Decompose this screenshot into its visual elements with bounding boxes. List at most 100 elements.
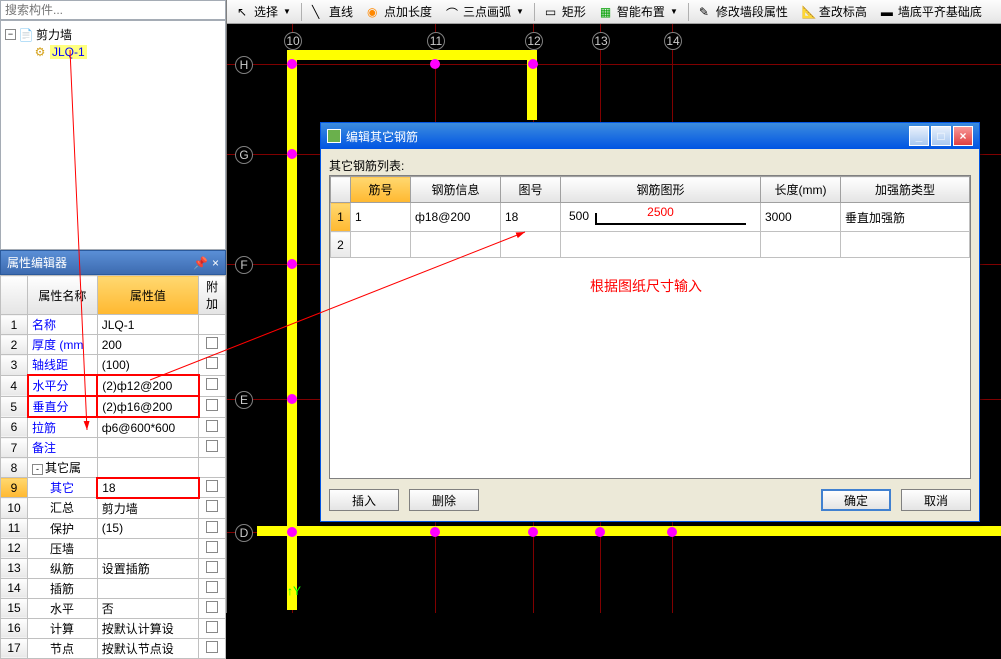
rebar-cell-len[interactable]: 3000 [761,203,841,232]
prop-extra-cell[interactable] [199,638,226,658]
node-point[interactable] [667,527,677,537]
rebar-cell-type[interactable]: 垂直加强筋 [841,203,970,232]
prop-name-cell[interactable]: 汇总 [28,498,98,519]
checkbox[interactable] [206,641,218,653]
prop-extra-cell[interactable] [199,618,226,638]
prop-value-cell[interactable]: 按默认节点设 [97,638,198,658]
minimize-button[interactable]: _ [909,126,929,146]
chevron-down-icon[interactable]: ▼ [283,7,291,16]
rebar-col-type[interactable]: 加强筋类型 [841,177,970,203]
prop-extra-cell[interactable] [199,396,226,417]
prop-value-cell[interactable]: 设置插筋 [97,558,198,578]
rebar-cell-num[interactable]: 1 [351,203,411,232]
chevron-down-icon[interactable]: ▼ [516,7,524,16]
prop-row[interactable]: 2厚度 (mm200 [1,335,226,355]
wall-align-tool[interactable]: ▬墙底平齐基础底 [875,0,988,23]
prop-row[interactable]: 9其它18 [1,478,226,498]
prop-row[interactable]: 6拉筋ф6@600*600 [1,417,226,438]
prop-value-cell[interactable] [97,458,198,478]
delete-button[interactable]: 删除 [409,489,479,511]
prop-row[interactable]: 16计算按默认计算设 [1,618,226,638]
line-tool[interactable]: ╲直线 [306,0,359,23]
prop-value-cell[interactable]: (2)ф16@200 [97,396,198,417]
prop-extra-cell[interactable] [199,315,226,335]
select-tool[interactable]: ↖选择▼ [231,0,297,23]
prop-extra-cell[interactable] [199,598,226,618]
rebar-row-1[interactable]: 1 1 ф18@200 18 500 2500 3000 [331,203,970,232]
prop-extra-cell[interactable] [199,438,226,458]
prop-row[interactable]: 7备注 [1,438,226,458]
prop-name-cell[interactable]: 垂直分 [28,396,98,417]
node-point[interactable] [430,527,440,537]
rebar-cell-info[interactable]: ф18@200 [411,203,501,232]
maximize-button[interactable]: □ [931,126,951,146]
tree-child-node[interactable]: ⚙ JLQ-1 [33,44,221,60]
prop-value-cell[interactable]: 剪力墙 [97,498,198,519]
prop-row[interactable]: 8-其它属 [1,458,226,478]
checkbox[interactable] [206,601,218,613]
prop-name-cell[interactable]: 纵筋 [28,558,98,578]
prop-row[interactable]: 14插筋 [1,578,226,598]
checkbox[interactable] [206,337,218,349]
prop-row[interactable]: 17节点按默认节点设 [1,638,226,658]
checkbox[interactable] [206,420,218,432]
smart-place-tool[interactable]: ▦智能布置▼ [594,0,684,23]
arc-tool[interactable]: ⌒三点画弧▼ [440,0,530,23]
node-point[interactable] [287,394,297,404]
rebar-col-len[interactable]: 长度(mm) [761,177,841,203]
prop-name-cell[interactable]: 计算 [28,618,98,638]
prop-name-cell[interactable]: -其它属 [28,458,98,478]
prop-row[interactable]: 3轴线距(100) [1,355,226,376]
search-input[interactable] [0,0,226,20]
ok-button[interactable]: 确定 [821,489,891,511]
prop-value-cell[interactable] [97,538,198,558]
checkbox[interactable] [206,561,218,573]
pin-icon[interactable]: 📌 [193,256,208,270]
prop-name-cell[interactable]: 水平分 [28,375,98,396]
checkbox[interactable] [206,541,218,553]
prop-row[interactable]: 11保护(15) [1,518,226,538]
prop-value-cell[interactable]: (100) [97,355,198,376]
prop-name-cell[interactable]: 备注 [28,438,98,458]
node-point[interactable] [430,59,440,69]
prop-extra-cell[interactable] [199,375,226,396]
node-point[interactable] [287,527,297,537]
prop-name-cell[interactable]: 插筋 [28,578,98,598]
point-length-tool[interactable]: ◉点加长度 [361,0,438,23]
tree-child-label[interactable]: JLQ-1 [50,45,87,59]
node-point[interactable] [528,527,538,537]
tree-root-label[interactable]: 剪力墙 [36,26,72,43]
prop-extra-cell[interactable] [199,498,226,519]
dialog-titlebar[interactable]: 编辑其它钢筋 _ □ × [321,123,979,149]
node-point[interactable] [287,259,297,269]
prop-value-cell[interactable]: 18 [97,478,198,498]
checkbox[interactable] [206,357,218,369]
modify-wall-tool[interactable]: ✎修改墙段属性 [693,0,794,23]
checkbox[interactable] [206,621,218,633]
rect-tool[interactable]: ▭矩形 [539,0,592,23]
node-point[interactable] [287,59,297,69]
rebar-col-info[interactable]: 钢筋信息 [411,177,501,203]
prop-row[interactable]: 12压墙 [1,538,226,558]
close-panel-icon[interactable]: × [212,256,219,270]
prop-extra-cell[interactable] [199,538,226,558]
prop-extra-cell[interactable] [199,417,226,438]
prop-row[interactable]: 10汇总剪力墙 [1,498,226,519]
checkbox[interactable] [206,521,218,533]
rebar-col-fig[interactable]: 图号 [501,177,561,203]
prop-row[interactable]: 5垂直分(2)ф16@200 [1,396,226,417]
prop-extra-cell[interactable] [199,335,226,355]
prop-name-cell[interactable]: 压墙 [28,538,98,558]
prop-value-cell[interactable]: JLQ-1 [97,315,198,335]
prop-extra-cell[interactable] [199,578,226,598]
prop-col-value[interactable]: 属性值 [97,276,198,315]
expand-icon[interactable]: − [5,29,16,40]
checkbox[interactable] [206,500,218,512]
rebar-cell-shape[interactable]: 500 2500 [561,203,761,232]
rebar-col-num[interactable]: 筋号 [351,177,411,203]
prop-value-cell[interactable]: 200 [97,335,198,355]
prop-value-cell[interactable]: 否 [97,598,198,618]
prop-row[interactable]: 13纵筋设置插筋 [1,558,226,578]
prop-col-extra[interactable]: 附加 [199,276,226,315]
prop-name-cell[interactable]: 水平 [28,598,98,618]
